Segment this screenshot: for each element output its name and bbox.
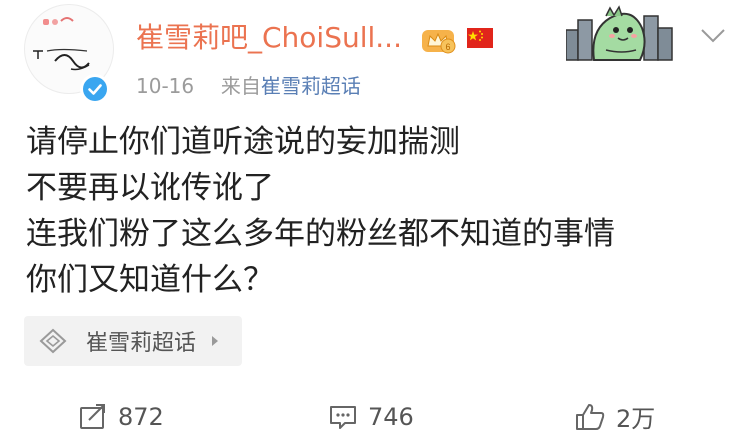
super-topic-chip[interactable]: 崔雪莉超话 — [24, 316, 242, 366]
dinosaur-sticker-icon[interactable] — [565, 2, 676, 66]
caret-right-icon — [212, 336, 219, 346]
chevron-down-icon[interactable] — [700, 28, 726, 48]
comment-count: 746 — [368, 402, 414, 431]
username-link[interactable]: 崔雪莉吧_ChoiSull... — [136, 20, 402, 56]
post-date: 10-16 — [136, 74, 195, 98]
like-count: 2万 — [616, 405, 656, 433]
repost-button[interactable]: 872 — [78, 390, 164, 443]
repost-count: 872 — [118, 402, 164, 431]
repost-icon — [80, 403, 105, 429]
source-link[interactable]: 崔雪莉超话 — [261, 74, 361, 98]
like-icon — [576, 403, 605, 430]
svg-text:6: 6 — [445, 42, 450, 52]
comment-button[interactable]: 746 — [328, 390, 414, 443]
verified-icon — [80, 74, 110, 104]
super-topic-label: 崔雪莉超话 — [86, 331, 197, 356]
post-line: 请停止你们道听途说的妄加揣测 — [26, 124, 460, 160]
post-line: 不要再以讹传讹了 — [26, 170, 274, 206]
post-content: 请停止你们道听途说的妄加揣测 不要再以讹传讹了 连我们粉了这么多年的粉丝都不知道… — [26, 119, 615, 303]
comment-icon — [330, 405, 356, 429]
action-bar: 872 746 2万 — [0, 390, 749, 443]
crown-badge-icon[interactable]: 6 — [420, 26, 458, 58]
source-prefix: 来自 — [220, 74, 261, 98]
post-meta: 10-16 来自崔雪莉超话 — [136, 72, 361, 100]
china-flag-icon — [467, 28, 495, 54]
post-line: 你们又知道什么？ — [26, 262, 274, 298]
super-topic-icon — [39, 328, 67, 354]
like-button[interactable]: 2万 — [574, 390, 655, 443]
post-line: 连我们粉了这么多年的粉丝都不知道的事情 — [26, 216, 615, 252]
